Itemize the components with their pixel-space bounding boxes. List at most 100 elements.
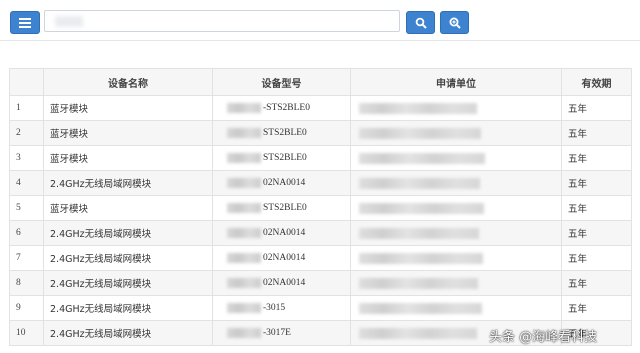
device-model-cell: -3015	[212, 295, 351, 321]
row-index: 10	[9, 320, 44, 346]
device-model-text: 02NA0014	[263, 228, 306, 238]
row-index: 6	[9, 220, 44, 246]
table-row[interactable]: 2 蓝牙模块 STS2BLE0 五年	[9, 120, 632, 146]
row-index: 8	[9, 270, 44, 296]
applicant-cell	[350, 145, 562, 171]
device-model-cell: 02NA0014	[212, 270, 351, 296]
redacted-model-prefix	[227, 178, 261, 188]
validity-cell: 五年	[561, 220, 632, 246]
redacted-model-prefix	[227, 203, 261, 213]
redacted-model-prefix	[227, 253, 261, 263]
redacted-model-prefix	[227, 103, 261, 113]
device-name-cell: 2.4GHz无线局域网模块	[43, 170, 213, 196]
search-button[interactable]	[406, 11, 435, 34]
row-index: 2	[9, 120, 44, 146]
device-name-cell: 2.4GHz无线局域网模块	[43, 320, 213, 346]
table-row[interactable]: 7 2.4GHz无线局域网模块 02NA0014 五年	[9, 245, 632, 271]
validity-cell: 五年	[561, 170, 632, 196]
device-name-cell: 蓝牙模块	[43, 195, 213, 221]
device-model-cell: STS2BLE0	[212, 195, 351, 221]
validity-cell: 五年	[561, 120, 632, 146]
redacted-model-prefix	[227, 328, 261, 338]
row-index: 9	[9, 295, 44, 321]
validity-cell: 五年	[561, 295, 632, 321]
device-model-text: -STS2BLE0	[263, 103, 310, 113]
search-icon	[415, 17, 427, 29]
device-model-cell: STS2BLE0	[212, 145, 351, 171]
table-row[interactable]: 9 2.4GHz无线局域网模块 -3015 五年	[9, 295, 632, 321]
table-row[interactable]: 3 蓝牙模块 STS2BLE0 五年	[9, 145, 632, 171]
redacted-applicant	[359, 327, 477, 339]
table-row[interactable]: 6 2.4GHz无线局域网模块 02NA0014 五年	[9, 220, 632, 246]
col-header-device-name[interactable]: 设备名称	[43, 68, 213, 96]
device-model-cell: -3017E	[212, 320, 351, 346]
redacted-applicant	[359, 152, 485, 164]
device-model-text: STS2BLE0	[263, 203, 307, 213]
device-name-cell: 2.4GHz无线局域网模块	[43, 295, 213, 321]
applicant-cell	[350, 245, 562, 271]
device-model-cell: 02NA0014	[212, 220, 351, 246]
redacted-model-prefix	[227, 303, 261, 313]
validity-cell: 五年	[561, 95, 632, 121]
device-model-text: -3015	[263, 303, 286, 313]
device-model-text: 02NA0014	[263, 253, 306, 263]
redacted-model-prefix	[227, 228, 261, 238]
menu-button[interactable]	[10, 11, 40, 34]
redacted-model-prefix	[227, 153, 261, 163]
device-name-cell: 2.4GHz无线局域网模块	[43, 220, 213, 246]
row-index: 3	[9, 145, 44, 171]
device-name-cell: 蓝牙模块	[43, 145, 213, 171]
device-model-cell: -STS2BLE0	[212, 95, 351, 121]
table-header-row: 设备名称 设备型号 申请单位 有效期	[9, 68, 632, 96]
col-header-index	[9, 68, 44, 96]
row-index: 7	[9, 245, 44, 271]
redacted-model-prefix	[227, 128, 261, 138]
table-row[interactable]: 1 蓝牙模块 -STS2BLE0 五年	[9, 95, 632, 121]
redacted-applicant	[359, 202, 484, 214]
advanced-search-button[interactable]	[440, 11, 469, 34]
redacted-applicant	[359, 302, 482, 314]
table-row[interactable]: 8 2.4GHz无线局域网模块 02NA0014 五年	[9, 270, 632, 296]
row-index: 1	[9, 95, 44, 121]
device-name-cell: 2.4GHz无线局域网模块	[43, 270, 213, 296]
watermark: 头条 @海峰看科技	[489, 330, 598, 345]
device-model-text: STS2BLE0	[263, 128, 307, 138]
applicant-cell	[350, 195, 562, 221]
row-index: 4	[9, 170, 44, 196]
redacted-applicant	[359, 127, 481, 139]
col-header-validity[interactable]: 有效期	[561, 68, 632, 96]
table-row[interactable]: 4 2.4GHz无线局域网模块 02NA0014 五年	[9, 170, 632, 196]
col-header-applicant[interactable]: 申请单位	[350, 68, 562, 96]
device-name-cell: 蓝牙模块	[43, 120, 213, 146]
device-model-cell: 02NA0014	[212, 170, 351, 196]
toolbar	[0, 0, 640, 41]
redacted-search-text	[55, 16, 83, 27]
validity-cell: 五年	[561, 195, 632, 221]
applicant-cell	[350, 270, 562, 296]
redacted-model-prefix	[227, 278, 261, 288]
search-input[interactable]	[44, 10, 400, 32]
device-model-cell: STS2BLE0	[212, 120, 351, 146]
validity-cell: 五年	[561, 145, 632, 171]
col-header-device-model[interactable]: 设备型号	[212, 68, 351, 96]
table-row[interactable]: 5 蓝牙模块 STS2BLE0 五年	[9, 195, 632, 221]
redacted-applicant	[359, 277, 478, 289]
redacted-applicant	[359, 177, 480, 189]
redacted-applicant	[359, 252, 483, 264]
device-model-text: -3017E	[263, 328, 291, 338]
zoom-in-icon	[449, 17, 461, 29]
device-name-cell: 蓝牙模块	[43, 95, 213, 121]
device-table: 设备名称 设备型号 申请单位 有效期 1 蓝牙模块 -STS2BLE0 五年 2 蓝牙模块…	[9, 68, 632, 346]
redacted-applicant	[359, 227, 479, 239]
device-name-cell: 2.4GHz无线局域网模块	[43, 245, 213, 271]
validity-cell: 五年	[561, 270, 632, 296]
validity-cell: 五年	[561, 245, 632, 271]
applicant-cell	[350, 95, 562, 121]
device-model-cell: 02NA0014	[212, 245, 351, 271]
device-model-text: 02NA0014	[263, 178, 306, 188]
applicant-cell	[350, 120, 562, 146]
applicant-cell	[350, 170, 562, 196]
applicant-cell	[350, 220, 562, 246]
hamburger-menu-icon	[19, 17, 31, 28]
row-index: 5	[9, 195, 44, 221]
